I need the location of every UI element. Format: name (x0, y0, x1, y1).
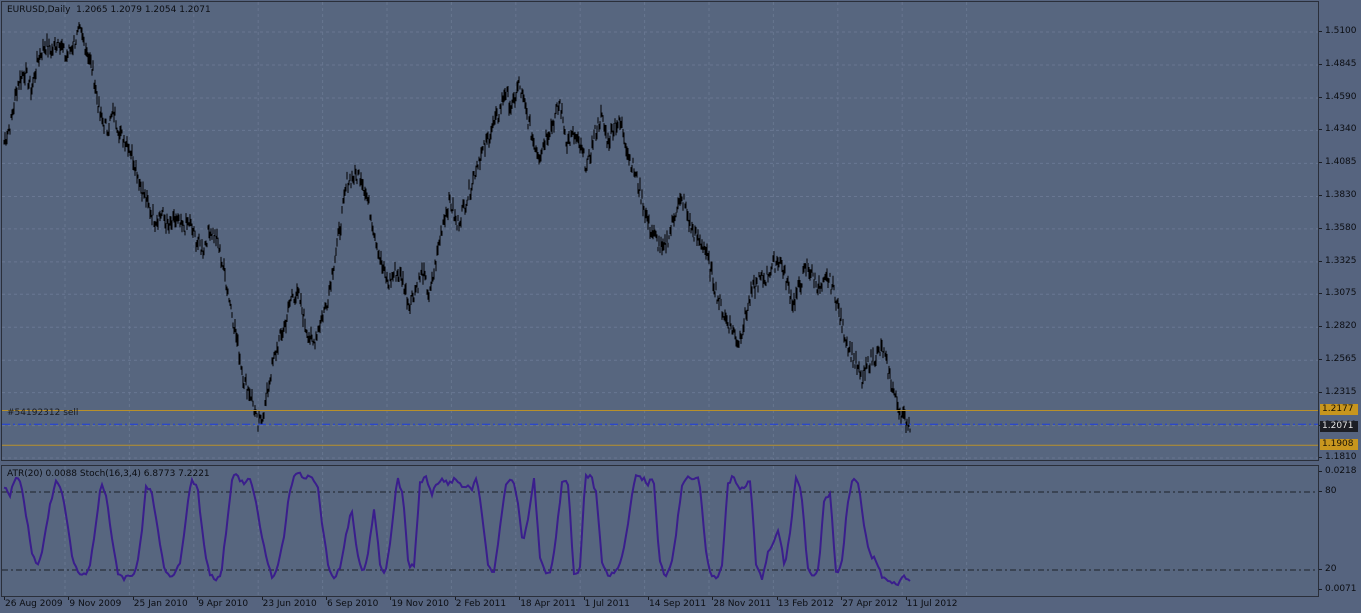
price-axis-label: 1.3830 (1325, 190, 1357, 201)
price-axis-label: 1.3075 (1325, 288, 1357, 299)
time-axis-label: 14 Sep 2011 (649, 599, 707, 609)
time-axis-label: 26 Aug 2009 (5, 599, 63, 609)
time-axis-label: 13 Feb 2012 (777, 599, 834, 609)
price-badge-upper: 1.2177 (1320, 404, 1358, 416)
indicator-axis-bottom: 0.0071 (1325, 584, 1357, 594)
time-axis-label: 1 Jul 2011 (584, 599, 630, 609)
price-axis-label: 1.5100 (1325, 26, 1357, 36)
price-badge-current: 1.2071 (1320, 421, 1358, 433)
time-axis-label: 6 Sep 2010 (327, 599, 379, 609)
price-axis-tick (1319, 129, 1322, 131)
indicator-header: ATR(20) 0.0088 Stoch(16,3,4) 6.8773 7.22… (7, 469, 210, 479)
time-axis-label: 27 Apr 2012 (842, 599, 898, 609)
indicator-axis[interactable]: 0.0218 80 20 0.0071 (1319, 465, 1361, 597)
price-axis-tick (1319, 457, 1322, 458)
time-axis[interactable]: 26 Aug 2009 9 Nov 2009 25 Jan 2010 9 Apr 20… (0, 597, 1361, 613)
price-axis-tick (1319, 391, 1322, 393)
price-axis-tick (1319, 97, 1322, 99)
price-axis-tick (1319, 359, 1322, 361)
price-axis-label: 1.3325 (1325, 255, 1357, 266)
price-axis-label: 1.3580 (1325, 222, 1357, 233)
indicator-axis-top: 0.0218 (1325, 466, 1357, 476)
time-axis-label: 19 Nov 2010 (391, 599, 450, 609)
price-axis-tick (1319, 64, 1322, 66)
order-label[interactable]: #54192312 sell (7, 408, 78, 419)
price-axis-tick (1319, 31, 1322, 32)
price-axis-tick (1319, 293, 1322, 295)
time-axis-label: 28 Nov 2011 (713, 599, 772, 609)
ohlc-label: 1.2065 1.2079 1.2054 1.2071 (76, 5, 211, 15)
time-axis-label: 25 Jan 2010 (133, 599, 188, 609)
price-axis-label: 1.2565 (1325, 354, 1357, 365)
price-axis-label: 1.4085 (1325, 157, 1357, 168)
indicator-pane[interactable]: ATR(20) 0.0088 Stoch(16,3,4) 6.8773 7.22… (1, 465, 1319, 597)
price-axis-tick (1319, 326, 1322, 328)
price-axis-label: 1.4340 (1325, 124, 1357, 135)
price-chart-canvas[interactable] (2, 2, 1318, 460)
symbol-label: EURUSD,Daily (7, 5, 71, 15)
time-axis-label: 9 Apr 2010 (198, 599, 249, 609)
price-axis-tick (1319, 195, 1322, 197)
price-axis-label: 1.2315 (1325, 386, 1357, 397)
price-badge-lower: 1.1908 (1320, 439, 1358, 451)
time-axis-label: 2 Feb 2011 (455, 599, 507, 609)
time-axis-label: 9 Nov 2009 (69, 599, 122, 609)
price-bars (3, 22, 911, 433)
price-axis-label: 1.4845 (1325, 59, 1357, 70)
time-axis-label: 18 Apr 2011 (520, 599, 576, 609)
indicator-canvas[interactable] (2, 466, 1318, 596)
trading-terminal: EURUSD,Daily 1.2065 1.2079 1.2054 1.2071… (0, 0, 1361, 613)
price-axis-tick (1319, 162, 1322, 164)
chart-header: EURUSD,Daily 1.2065 1.2079 1.2054 1.2071 (7, 5, 211, 16)
price-chart-pane[interactable]: EURUSD,Daily 1.2065 1.2079 1.2054 1.2071… (1, 1, 1319, 461)
stoch-line (3, 471, 911, 587)
time-axis-label: 23 Jun 2010 (262, 599, 317, 609)
price-axis-label: 1.2820 (1325, 321, 1357, 332)
time-axis-label: 11 Jul 2012 (906, 599, 958, 609)
price-axis-tick (1319, 260, 1322, 262)
indicator-level-20: 20 (1325, 564, 1337, 574)
price-axis-tick (1319, 227, 1322, 229)
indicator-level-80: 80 (1325, 486, 1337, 496)
price-axis-label: 1.4590 (1325, 92, 1357, 103)
price-axis-label: 1.1810 (1325, 452, 1357, 462)
price-axis[interactable]: 1.5100 1.4845 1.4590 1.4340 1.4085 1.3830 1.35… (1319, 1, 1361, 462)
